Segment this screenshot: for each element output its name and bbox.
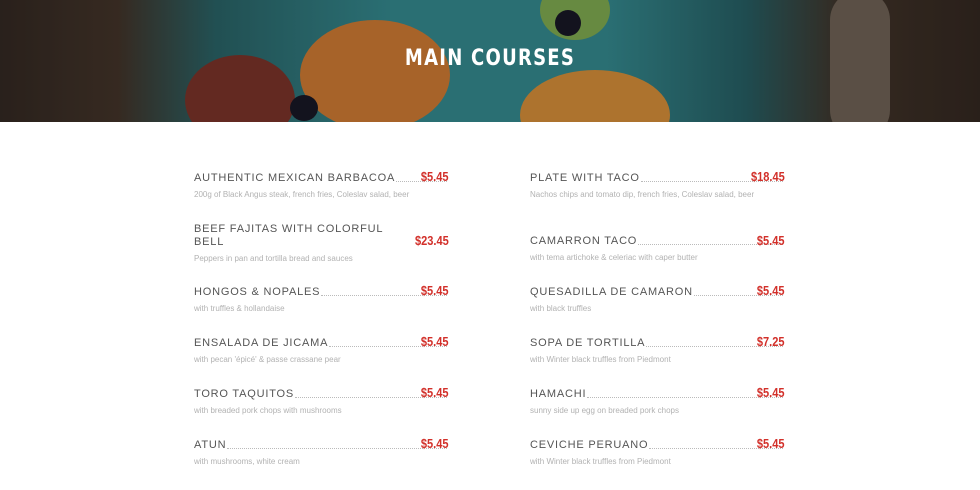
menu-item: QUESADILLA DE CAMARON $5.45 with black t…	[530, 283, 785, 337]
page-title: MAIN COURSES	[404, 46, 576, 71]
menu-item: ATUN $5.45 with mushrooms, white cream	[194, 436, 449, 490]
menu-item-name: ATUN	[194, 439, 227, 451]
menu-item: PLATE WITH TACO $18.45 Nachos chips and …	[530, 169, 785, 223]
menu-item-name: AUTHENTIC MEXICAN BARBACOA	[194, 172, 396, 184]
menu-item-price: $7.25	[757, 334, 785, 349]
hero-banner: MAIN COURSES	[0, 0, 980, 122]
menu-column-right: PLATE WITH TACO $18.45 Nachos chips and …	[530, 169, 785, 490]
menu-item-description: sunny side up egg on breaded pork chops	[530, 406, 679, 415]
menu-item-price: $5.45	[757, 233, 785, 248]
menu-item-description: with truffles & hollandaise	[194, 304, 285, 313]
menu-item-name: HONGOS & NOPALES	[194, 286, 321, 298]
menu-item: TORO TAQUITOS $5.45 with breaded pork ch…	[194, 385, 449, 439]
menu-item-name: SOPA DE TORTILLA	[530, 337, 646, 349]
menu-item-price: $5.45	[757, 385, 785, 400]
menu-item-name: CEVICHE PERUANO	[530, 439, 649, 451]
menu-item: HAMACHI $5.45 sunny side up egg on bread…	[530, 385, 785, 439]
menu-item-name: QUESADILLA DE CAMARON	[530, 286, 693, 298]
menu-item: HONGOS & NOPALES $5.45 with truffles & h…	[194, 283, 449, 337]
menu-item-description: with tema artichoke & celeriac with cape…	[530, 253, 698, 262]
menu-item-description: with pecan 'épicé' & passe crassane pear	[194, 355, 341, 364]
menu-item-price: $5.45	[757, 283, 785, 298]
menu-item-name: ENSALADA DE JICAMA	[194, 337, 329, 349]
menu-item: SOPA DE TORTILLA $7.25 with Winter black…	[530, 334, 785, 388]
menu-item: ENSALADA DE JICAMA $5.45 with pecan 'épi…	[194, 334, 449, 388]
menu-item-description: with mushrooms, white cream	[194, 457, 300, 466]
menu-item-price: $18.45	[751, 169, 785, 184]
menu-item-name: PLATE WITH TACO	[530, 172, 640, 184]
menu-item-name: CAMARRON TACO	[530, 235, 638, 247]
menu-item-price: $5.45	[421, 334, 449, 349]
menu-item-description: 200g of Black Angus steak, french fries,…	[194, 190, 410, 199]
menu-item-name: HAMACHI	[530, 388, 587, 400]
menu-item-description: Nachos chips and tomato dip, french frie…	[530, 190, 755, 199]
menu-item-price: $23.45	[415, 233, 449, 248]
menu-item: AUTHENTIC MEXICAN BARBACOA $5.45 200g of…	[194, 169, 449, 223]
menu-item-name: BEEF FAJITAS WITH COLORFUL BELL	[194, 223, 383, 248]
menu-item: BEEF FAJITAS WITH COLORFUL BELL $23.45 P…	[194, 223, 449, 286]
menu-column-left: AUTHENTIC MEXICAN BARBACOA $5.45 200g of…	[194, 169, 449, 490]
menu-item-description: with breaded pork chops with mushrooms	[194, 406, 342, 415]
menu-item-price: $5.45	[757, 436, 785, 451]
dot-leader	[587, 396, 783, 398]
menu-item: CEVICHE PERUANO $5.45 with Winter black …	[530, 436, 785, 490]
menu-item-description: with black truffles	[530, 304, 592, 313]
menu-item-description: with Winter black truffles from Piedmont	[530, 355, 671, 364]
menu-item-description: with Winter black truffles from Piedmont	[530, 457, 671, 466]
menu-item-price: $5.45	[421, 169, 449, 184]
menu-item-price: $5.45	[421, 385, 449, 400]
menu-item: CAMARRON TACO $5.45 with tema artichoke …	[530, 223, 785, 286]
menu-item-price: $5.45	[421, 283, 449, 298]
menu-item-description: Peppers in pan and tortilla bread and sa…	[194, 254, 353, 263]
menu-item-price: $5.45	[421, 436, 449, 451]
menu-section: AUTHENTIC MEXICAN BARBACOA $5.45 200g of…	[0, 122, 980, 471]
dot-leader	[227, 447, 447, 449]
menu-item-name: TORO TAQUITOS	[194, 388, 295, 400]
